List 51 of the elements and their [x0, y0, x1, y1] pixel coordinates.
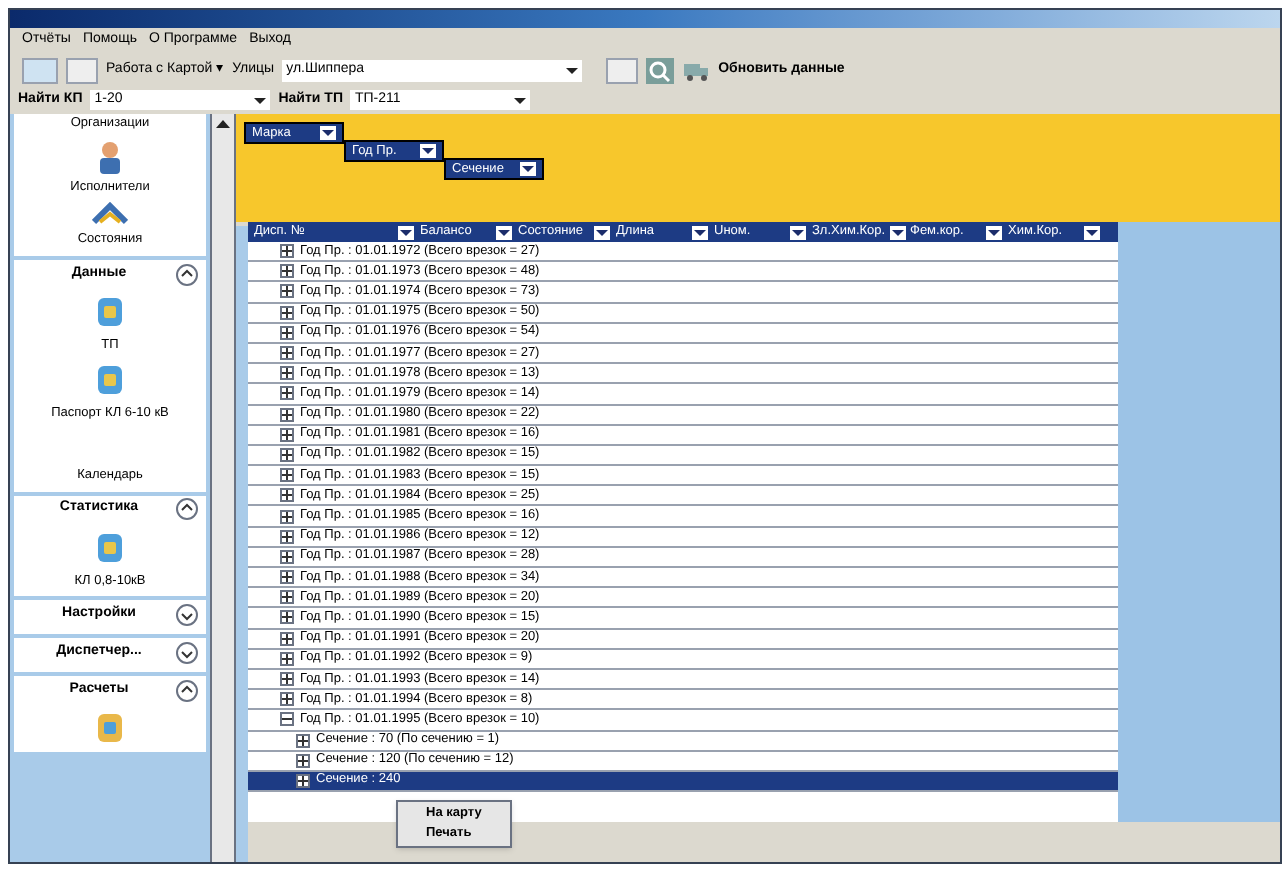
expand-icon[interactable]	[280, 386, 294, 401]
collapse-icon[interactable]	[175, 679, 198, 702]
expand-icon[interactable]	[176, 603, 198, 626]
expand-icon[interactable]	[280, 305, 294, 320]
expand-icon[interactable]	[280, 427, 294, 442]
expand-icon[interactable]	[280, 447, 294, 462]
dropdown-icon[interactable]	[496, 225, 512, 239]
expand-icon[interactable]	[280, 264, 294, 279]
expand-icon[interactable]	[280, 244, 294, 259]
expand-icon[interactable]	[280, 590, 294, 605]
dropdown-icon[interactable]	[320, 126, 336, 140]
dropdown-icon[interactable]	[514, 95, 527, 105]
dropdown-icon[interactable]	[594, 225, 610, 239]
dropdown-icon[interactable]	[1084, 225, 1100, 239]
dropdown-icon[interactable]	[420, 144, 436, 158]
dropdown-icon[interactable]	[398, 225, 414, 239]
dropdown-icon[interactable]	[889, 225, 906, 239]
dropdown-icon[interactable]	[790, 225, 806, 239]
dropdown-icon[interactable]	[566, 65, 579, 75]
expand-icon[interactable]	[296, 733, 310, 748]
expand-icon[interactable]	[280, 570, 294, 585]
dropdown-icon[interactable]	[520, 162, 536, 176]
search-icon[interactable]	[646, 57, 675, 83]
scroll-up-icon[interactable]	[216, 118, 230, 130]
expand-icon[interactable]	[280, 325, 294, 340]
dropdown-icon[interactable]	[692, 225, 708, 239]
expand-icon[interactable]	[296, 753, 310, 768]
expand-icon[interactable]	[280, 631, 294, 646]
expand-icon[interactable]	[280, 509, 294, 524]
expand-icon[interactable]	[280, 284, 294, 299]
expand-icon[interactable]	[296, 773, 310, 788]
expand-icon[interactable]	[280, 610, 294, 625]
scrollbar[interactable]	[210, 114, 236, 862]
expand-icon[interactable]	[280, 651, 294, 666]
collapse-icon[interactable]	[175, 498, 198, 520]
collapse-icon[interactable]	[280, 712, 294, 727]
expand-icon[interactable]	[280, 346, 294, 361]
expand-icon[interactable]	[280, 692, 294, 707]
dropdown-icon[interactable]	[254, 95, 267, 105]
expand-icon[interactable]	[280, 488, 294, 503]
dropdown-icon[interactable]	[986, 225, 1002, 239]
collapse-icon[interactable]	[176, 263, 198, 286]
person-icon	[94, 137, 126, 174]
expand-icon[interactable]	[280, 672, 294, 687]
expand-icon[interactable]	[280, 529, 294, 544]
expand-icon[interactable]	[280, 407, 294, 422]
expand-icon[interactable]	[176, 641, 198, 664]
arrows-icon	[92, 201, 128, 225]
expand-icon[interactable]	[280, 468, 294, 483]
expand-icon[interactable]	[280, 549, 294, 564]
expand-icon[interactable]	[280, 366, 294, 381]
